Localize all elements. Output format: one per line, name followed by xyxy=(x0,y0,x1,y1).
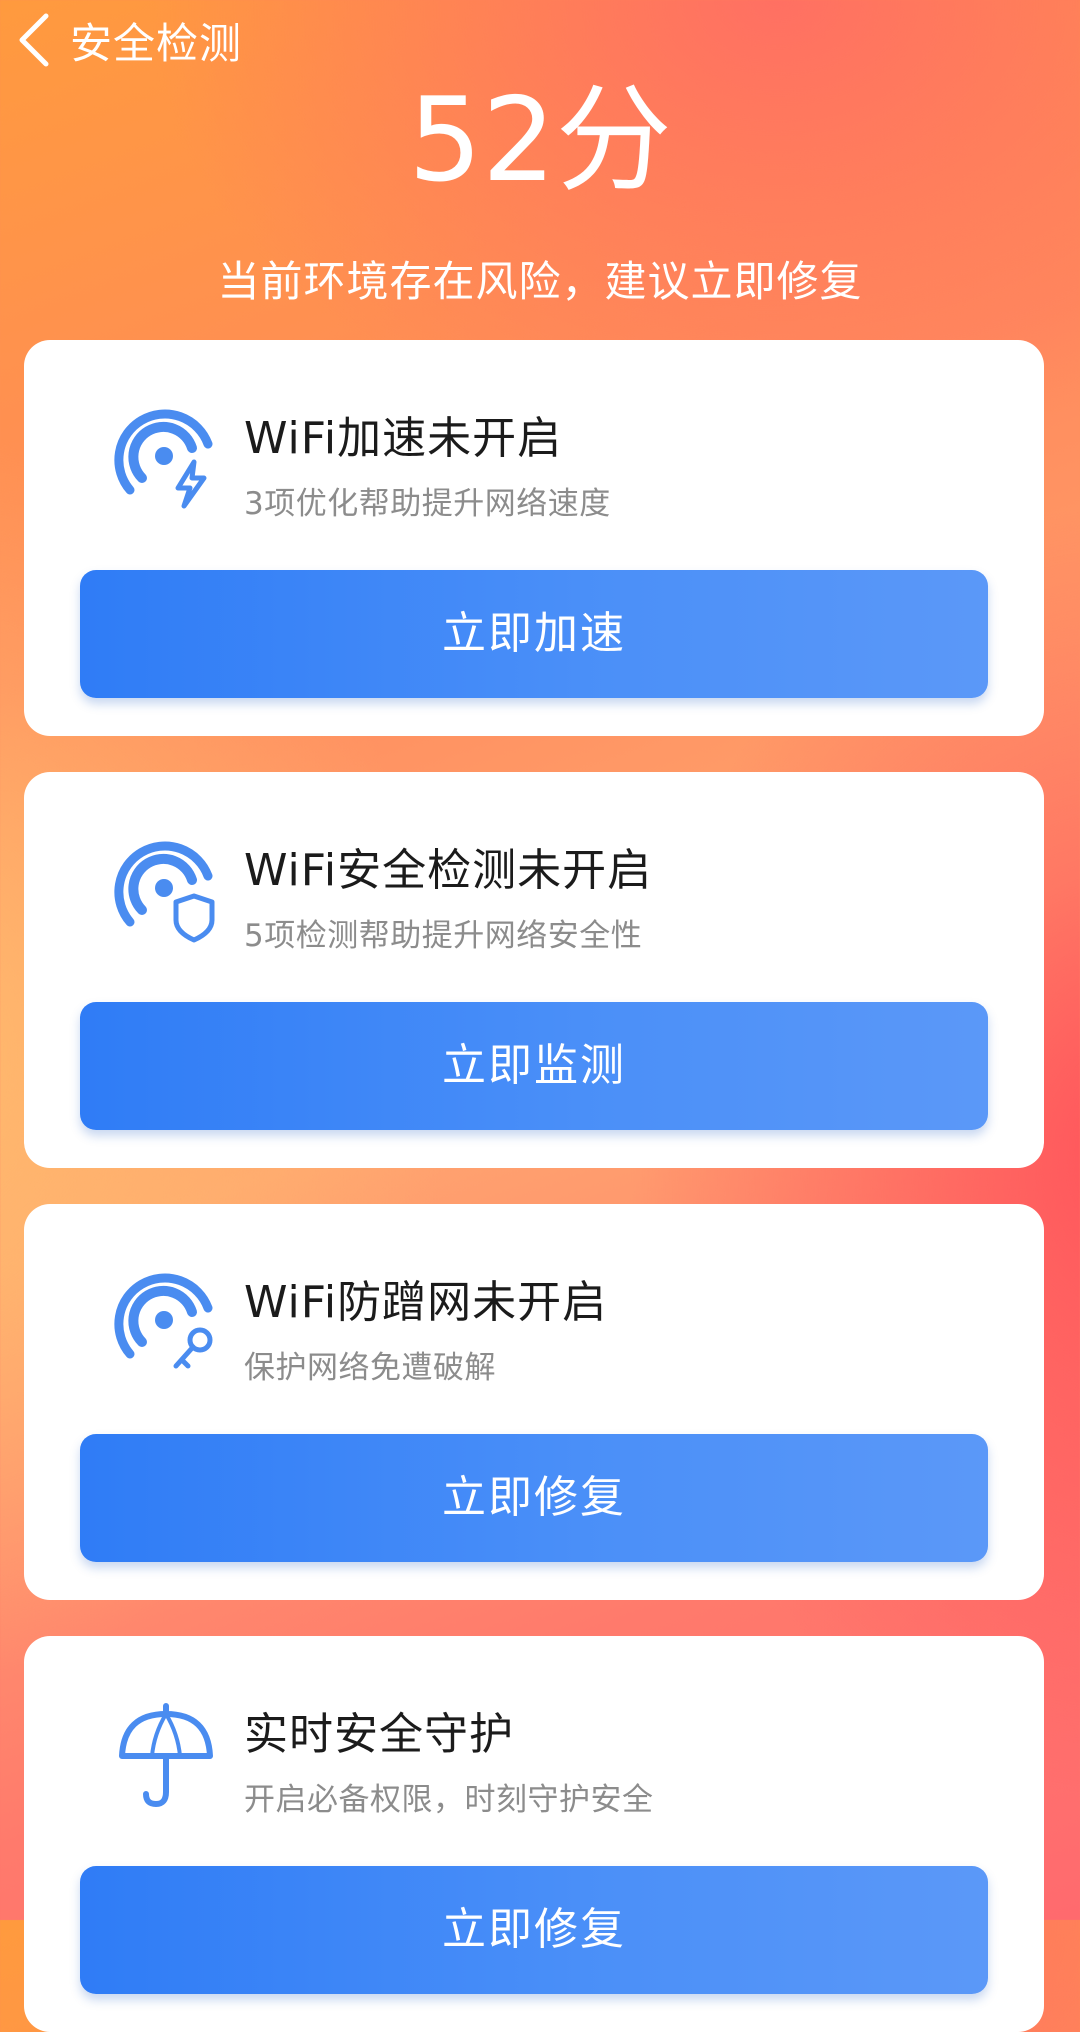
monitor-now-button[interactable]: 立即监测 xyxy=(80,1002,988,1130)
wifi-boost-card: WiFi加速未开启 3项优化帮助提升网络速度 立即加速 xyxy=(24,340,1044,736)
risk-message: 当前环境存在风险，建议立即修复 xyxy=(217,257,863,306)
realtime-protection-card: 实时安全守护 开启必备权限，时刻守护安全 立即修复 xyxy=(24,1636,1044,2032)
wifi-boost-icon xyxy=(114,404,224,514)
wifi-shield-icon xyxy=(114,836,224,946)
card-description: 保护网络免遭破解 xyxy=(244,1350,496,1386)
top-bar: 安全检测 xyxy=(0,0,1080,80)
chevron-left-icon xyxy=(19,13,49,67)
card-description: 3项优化帮助提升网络速度 xyxy=(244,486,611,522)
page-title: 安全检测 xyxy=(70,19,243,68)
security-score: 52分 xyxy=(408,73,672,208)
card-title: WiFi防蹭网未开启 xyxy=(244,1277,608,1328)
boost-now-button[interactable]: 立即加速 xyxy=(80,570,988,698)
card-description: 开启必备权限，时刻守护安全 xyxy=(244,1782,654,1818)
card-title: WiFi加速未开启 xyxy=(244,413,563,464)
umbrella-icon xyxy=(114,1700,224,1810)
card-title: 实时安全守护 xyxy=(244,1709,514,1760)
fix-now-button[interactable]: 立即修复 xyxy=(80,1434,988,1562)
wifi-key-icon xyxy=(114,1268,224,1378)
card-title: WiFi安全检测未开启 xyxy=(244,845,653,896)
fix-now-button[interactable]: 立即修复 xyxy=(80,1866,988,1994)
card-description: 5项检测帮助提升网络安全性 xyxy=(244,918,643,954)
back-button[interactable] xyxy=(10,8,62,68)
wifi-anti-leech-card: WiFi防蹭网未开启 保护网络免遭破解 立即修复 xyxy=(24,1204,1044,1600)
wifi-security-card: WiFi安全检测未开启 5项检测帮助提升网络安全性 立即监测 xyxy=(24,772,1044,1168)
